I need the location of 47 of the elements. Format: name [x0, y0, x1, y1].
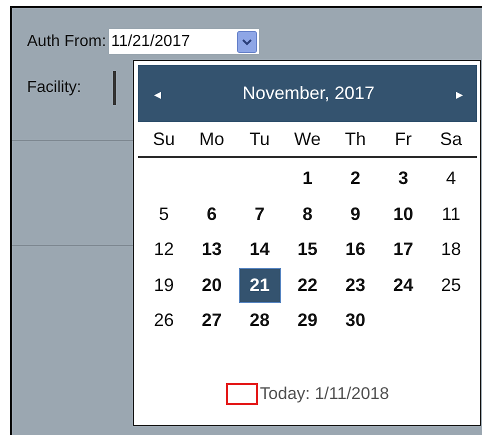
weekday-label: Th: [344, 128, 366, 150]
day-cell[interactable]: 15: [291, 235, 324, 264]
month-title: November, 2017: [242, 83, 375, 104]
weekday-label: Fr: [394, 128, 412, 150]
previous-month-button[interactable]: ◂: [154, 86, 161, 102]
weekday-label: Su: [152, 128, 175, 150]
day-cell[interactable]: 2: [339, 164, 372, 194]
today-link[interactable]: Today: 1/11/2018: [260, 384, 390, 404]
day-cell[interactable]: 3: [387, 164, 420, 194]
day-cell[interactable]: 22: [291, 270, 324, 300]
facility-field[interactable]: [113, 71, 116, 105]
day-cell[interactable]: 5: [148, 200, 180, 229]
day-cell[interactable]: 12: [148, 235, 180, 264]
day-cell[interactable]: 13: [196, 235, 228, 264]
day-cell[interactable]: 28: [244, 306, 276, 336]
day-cell[interactable]: 23: [339, 270, 372, 300]
date-field[interactable]: 11/21/2017: [109, 29, 260, 54]
next-month-button[interactable]: ▸: [456, 86, 463, 102]
day-cell[interactable]: 17: [387, 235, 420, 264]
day-cell[interactable]: 9: [339, 200, 372, 229]
day-cell[interactable]: 10: [387, 200, 420, 229]
dropdown-icon[interactable]: [237, 30, 258, 52]
today-marker-icon: [226, 382, 258, 404]
field-label: Auth From:: [27, 32, 106, 50]
day-cell[interactable]: 19: [148, 270, 180, 300]
day-cell[interactable]: 14: [244, 235, 276, 264]
weekday-label: We: [294, 128, 321, 150]
day-cell[interactable]: 25: [435, 270, 468, 300]
day-cell[interactable]: 8: [291, 200, 324, 229]
day-cell[interactable]: 30: [339, 306, 372, 336]
weekday-label: Tu: [249, 128, 270, 150]
day-cell[interactable]: 4: [435, 164, 468, 194]
day-cell[interactable]: 21: [238, 268, 281, 303]
field-label: Facility:: [27, 79, 82, 97]
day-cell[interactable]: 27: [196, 306, 228, 336]
weekday-label: Mo: [199, 128, 224, 150]
day-cell[interactable]: 7: [244, 200, 276, 229]
day-cell[interactable]: 1: [291, 164, 324, 194]
day-cell[interactable]: 24: [387, 270, 420, 300]
day-cell[interactable]: 11: [435, 200, 468, 229]
day-cell[interactable]: 29: [291, 306, 324, 336]
day-cell[interactable]: 26: [148, 306, 180, 336]
day-cell[interactable]: 18: [435, 235, 468, 264]
day-cell[interactable]: 6: [196, 200, 228, 229]
weekday-label: Sa: [440, 128, 462, 150]
day-cell[interactable]: 16: [339, 235, 372, 264]
day-cell[interactable]: 20: [196, 270, 228, 300]
